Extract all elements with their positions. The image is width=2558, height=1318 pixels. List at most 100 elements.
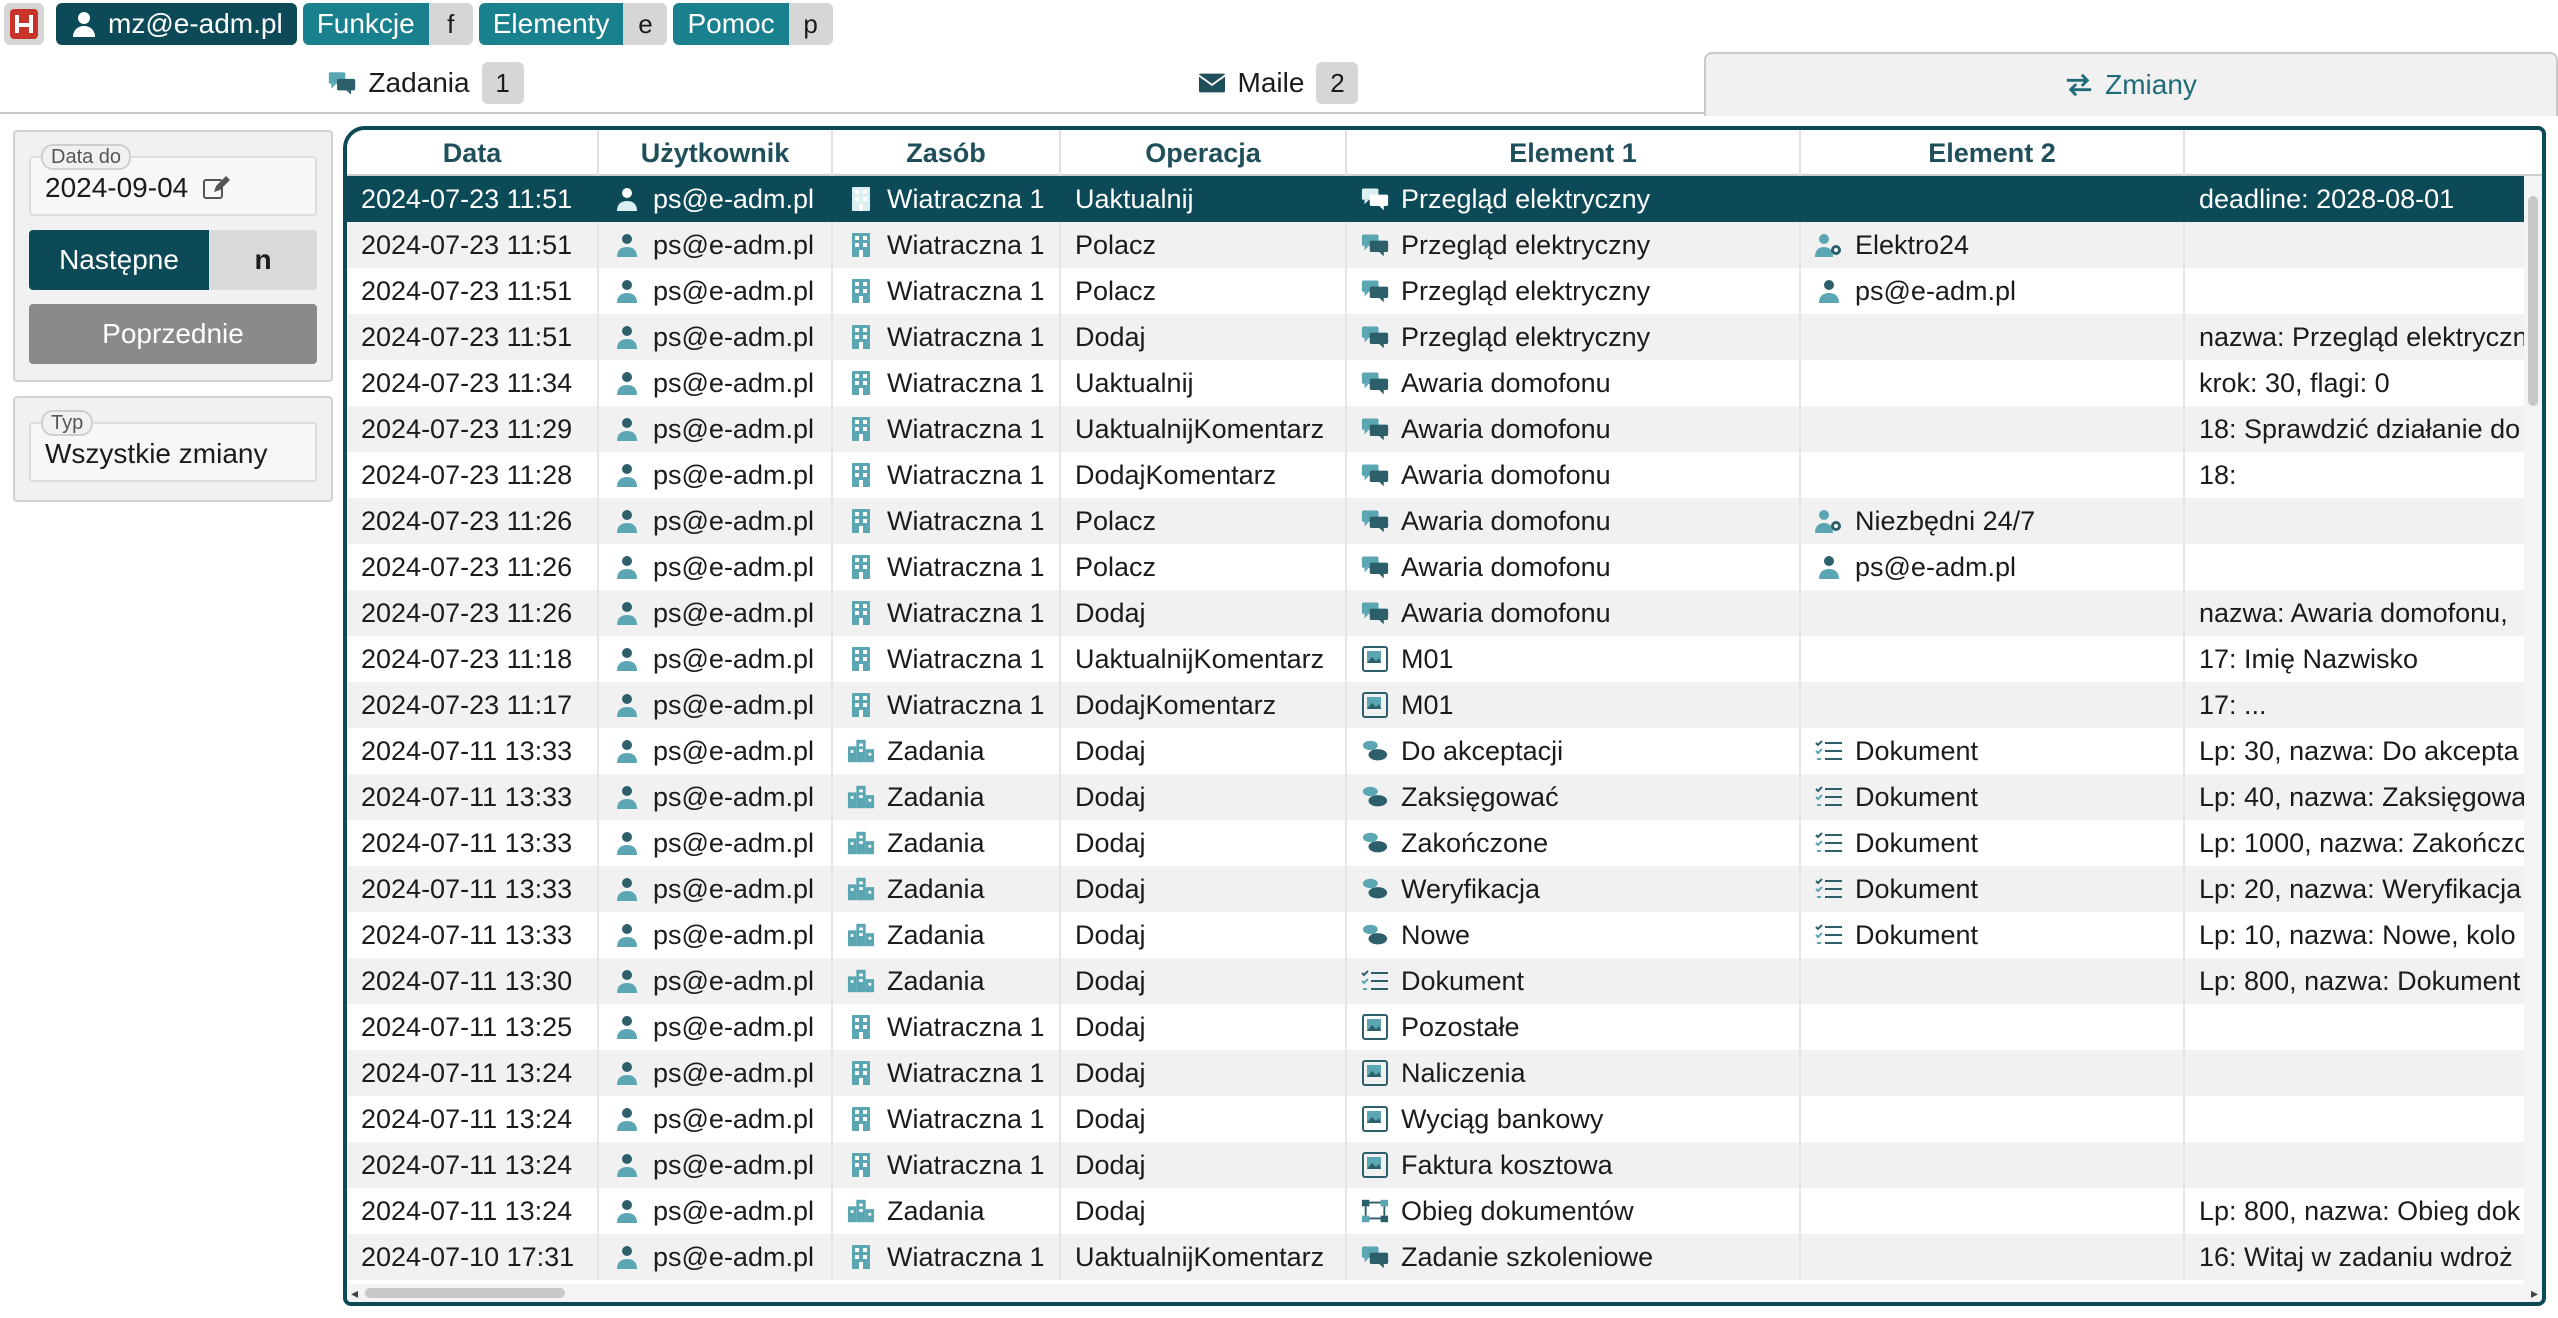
- table-row[interactable]: 2024-07-23 11:29 ps@e-adm.pl Wiatraczna 1 U…: [347, 406, 2542, 452]
- tab-zadania[interactable]: Zadania 1: [0, 52, 852, 114]
- cell-details-text: Lp: 1000, nazwa: Zakończo: [2199, 827, 2530, 858]
- table-row[interactable]: 2024-07-11 13:25 ps@e-adm.pl Wiatraczna 1 D…: [347, 1004, 2542, 1050]
- cell-user: ps@e-adm.pl: [599, 1234, 833, 1280]
- col-header-element1[interactable]: Element 1: [1347, 130, 1801, 176]
- cell-resource: Wiatraczna 1: [833, 406, 1061, 452]
- cell-details: Lp: 30, nazwa: Do akcepta: [2185, 728, 2542, 774]
- cell-date-text: 2024-07-23 11:28: [361, 459, 573, 490]
- tab-maile-count: 2: [1316, 62, 1359, 104]
- table-row[interactable]: 2024-07-11 13:33 ps@e-adm.pl Zadania Dodaj Z…: [347, 820, 2542, 866]
- edit-icon[interactable]: [202, 174, 231, 202]
- cell-date-text: 2024-07-11 13:25: [361, 1011, 573, 1042]
- cell-user: ps@e-adm.pl: [599, 912, 833, 958]
- menu-pomoc[interactable]: Pomoc p: [673, 3, 833, 45]
- cell-element1-text: Awaria domofonu: [1401, 505, 1611, 536]
- horizontal-scrollbar[interactable]: ◂ ▸: [347, 1284, 2542, 1302]
- cell-element1: Wyciąg bankowy: [1347, 1096, 1801, 1142]
- city-icon: [847, 875, 875, 903]
- cell-element2: [1801, 1004, 2185, 1050]
- table-row[interactable]: 2024-07-11 13:24 ps@e-adm.pl Wiatraczna 1 D…: [347, 1142, 2542, 1188]
- cell-details-text: Lp: 40, nazwa: Zaksięgowa: [2199, 781, 2527, 812]
- date-field-label: Data do: [41, 144, 132, 170]
- cell-details: nazwa: Awaria domofonu,: [2185, 590, 2542, 636]
- horizontal-scroll-thumb[interactable]: [365, 1288, 565, 1298]
- cell-date-text: 2024-07-23 11:26: [361, 551, 573, 582]
- cell-user-text: ps@e-adm.pl: [653, 827, 814, 858]
- cell-user-text: ps@e-adm.pl: [653, 1195, 814, 1226]
- menu-elementy[interactable]: Elementy e: [478, 3, 668, 45]
- cell-date: 2024-07-11 13:24: [347, 1050, 599, 1096]
- table-row[interactable]: 2024-07-11 13:33 ps@e-adm.pl Zadania Dodaj Z…: [347, 774, 2542, 820]
- col-header-uzytkownik[interactable]: Użytkownik: [599, 130, 833, 176]
- list-icon: [1361, 967, 1389, 995]
- cell-operation-text: Dodaj: [1075, 1195, 1146, 1226]
- menu-funkcje-shortcut: f: [428, 3, 473, 45]
- scroll-left-icon[interactable]: ◂: [351, 1285, 358, 1302]
- tab-maile[interactable]: Maile 2: [852, 52, 1704, 114]
- table-row[interactable]: 2024-07-23 11:26 ps@e-adm.pl Wiatraczna 1 P…: [347, 498, 2542, 544]
- table-row[interactable]: 2024-07-23 11:26 ps@e-adm.pl Wiatraczna 1 D…: [347, 590, 2542, 636]
- cell-resource-text: Wiatraczna 1: [887, 413, 1045, 444]
- tab-zmiany[interactable]: Zmiany: [1704, 52, 2558, 116]
- vertical-scrollbar[interactable]: [2524, 176, 2542, 1286]
- next-button[interactable]: Następne: [29, 230, 209, 290]
- building-icon: [847, 507, 875, 535]
- cell-user: ps@e-adm.pl: [599, 1004, 833, 1050]
- table-row[interactable]: 2024-07-11 13:30 ps@e-adm.pl Zadania Dodaj D…: [347, 958, 2542, 1004]
- table-row[interactable]: 2024-07-11 13:24 ps@e-adm.pl Wiatraczna 1 D…: [347, 1096, 2542, 1142]
- table-row[interactable]: 2024-07-11 13:33 ps@e-adm.pl Zadania Dodaj D…: [347, 728, 2542, 774]
- previous-button[interactable]: Poprzednie: [29, 304, 317, 364]
- cell-resource: Zadania: [833, 820, 1061, 866]
- cell-user-text: ps@e-adm.pl: [653, 597, 814, 628]
- table-row[interactable]: 2024-07-23 11:28 ps@e-adm.pl Wiatraczna 1 D…: [347, 452, 2542, 498]
- app-logo[interactable]: [4, 3, 44, 45]
- cell-details-text: 17: Imię Nazwisko: [2199, 643, 2419, 674]
- user-icon: [613, 1013, 641, 1041]
- menu-funkcje[interactable]: Funkcje f: [302, 3, 473, 45]
- col-header-data[interactable]: Data: [347, 130, 599, 176]
- list-icon: [1815, 783, 1843, 811]
- cell-resource: Wiatraczna 1: [833, 268, 1061, 314]
- cell-user-text: ps@e-adm.pl: [653, 689, 814, 720]
- table-row[interactable]: 2024-07-23 11:51 ps@e-adm.pl Wiatraczna 1 P…: [347, 268, 2542, 314]
- cell-element1: Awaria domofonu: [1347, 452, 1801, 498]
- date-field[interactable]: Data do 2024-09-04: [29, 144, 317, 216]
- table-row[interactable]: 2024-07-11 13:24 ps@e-adm.pl Zadania Dodaj O…: [347, 1188, 2542, 1234]
- scroll-right-icon[interactable]: ▸: [2531, 1285, 2538, 1302]
- cell-operation: Dodaj: [1061, 590, 1347, 636]
- steps-icon: [1361, 921, 1389, 949]
- user-icon: [613, 507, 641, 535]
- col-header-details[interactable]: [2185, 130, 2542, 176]
- cell-element1-text: Awaria domofonu: [1401, 551, 1611, 582]
- table-row[interactable]: 2024-07-23 11:17 ps@e-adm.pl Wiatraczna 1 D…: [347, 682, 2542, 728]
- cell-element2-text: Dokument: [1855, 873, 1979, 904]
- building-icon: [847, 1013, 875, 1041]
- cell-user-text: ps@e-adm.pl: [653, 919, 814, 950]
- cell-date-text: 2024-07-11 13:24: [361, 1103, 573, 1134]
- city-icon: [847, 967, 875, 995]
- user-menu-button[interactable]: mz@e-adm.pl: [56, 3, 297, 45]
- cell-resource-text: Zadania: [887, 1195, 985, 1226]
- col-header-operacja[interactable]: Operacja: [1061, 130, 1347, 176]
- table-row[interactable]: 2024-07-23 11:18 ps@e-adm.pl Wiatraczna 1 U…: [347, 636, 2542, 682]
- cell-element1: M01: [1347, 682, 1801, 728]
- cell-user: ps@e-adm.pl: [599, 1142, 833, 1188]
- image-icon: [1361, 1151, 1389, 1179]
- table-row[interactable]: 2024-07-23 11:34 ps@e-adm.pl Wiatraczna 1 U…: [347, 360, 2542, 406]
- table-row[interactable]: 2024-07-11 13:24 ps@e-adm.pl Wiatraczna 1 D…: [347, 1050, 2542, 1096]
- cell-date: 2024-07-23 11:51: [347, 222, 599, 268]
- col-header-element2[interactable]: Element 2: [1801, 130, 2185, 176]
- table-row[interactable]: 2024-07-10 17:31 ps@e-adm.pl Wiatraczna 1 U…: [347, 1234, 2542, 1280]
- table-row[interactable]: 2024-07-23 11:51 ps@e-adm.pl Wiatraczna 1 P…: [347, 222, 2542, 268]
- table-row[interactable]: 2024-07-11 13:33 ps@e-adm.pl Zadania Dodaj N…: [347, 912, 2542, 958]
- table-row[interactable]: 2024-07-23 11:26 ps@e-adm.pl Wiatraczna 1 P…: [347, 544, 2542, 590]
- table-row[interactable]: 2024-07-11 13:33 ps@e-adm.pl Zadania Dodaj W…: [347, 866, 2542, 912]
- vertical-scroll-thumb[interactable]: [2528, 196, 2538, 406]
- col-header-zasob[interactable]: Zasób: [833, 130, 1061, 176]
- cell-element1-text: M01: [1401, 689, 1454, 720]
- type-select[interactable]: Typ Wszystkie zmiany: [29, 410, 317, 482]
- cell-element2: Dokument: [1801, 774, 2185, 820]
- table-row[interactable]: 2024-07-23 11:51 ps@e-adm.pl Wiatraczna 1 D…: [347, 314, 2542, 360]
- table-row[interactable]: 2024-07-23 11:51 ps@e-adm.pl Wiatraczna 1 U…: [347, 176, 2542, 222]
- cell-details: [2185, 1050, 2542, 1096]
